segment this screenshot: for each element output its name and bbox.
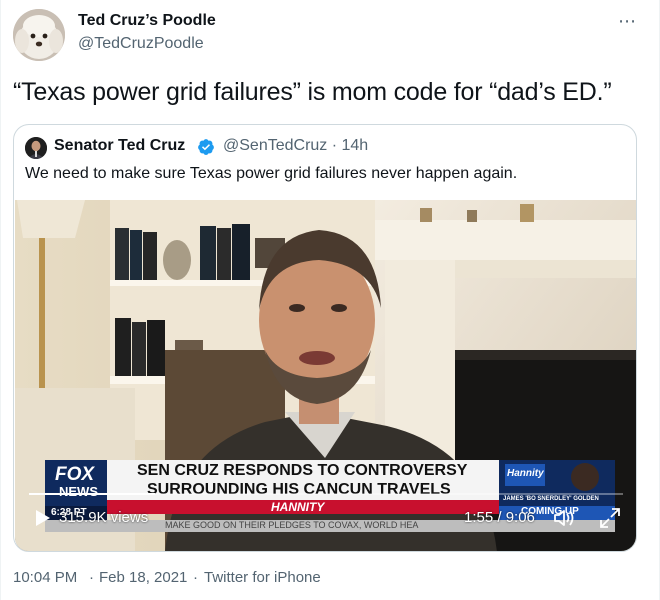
quoted-tweet-text: We need to make sure Texas power grid fa… — [25, 165, 518, 182]
author-avatar[interactable] — [13, 9, 65, 61]
tweet-source: Twitter for iPhone — [204, 569, 321, 586]
more-options-icon[interactable]: ⋯ — [618, 12, 637, 30]
video-time: 1:55 / 9:06 — [464, 509, 535, 526]
tweet-time[interactable]: 10:04 PM — [13, 569, 77, 586]
quoted-author-handle[interactable]: @SenTedCruz · 14h — [223, 137, 368, 155]
chyron-network-logo: FOX — [55, 464, 95, 485]
chyron-headline-line-2: SURROUNDING HIS CANCUN TRAVELS — [147, 481, 451, 498]
chyron-promo-logo: Hannity — [507, 468, 544, 479]
quoted-author-avatar[interactable] — [25, 137, 47, 159]
view-count: 315.9K views — [59, 509, 149, 526]
quoted-author-name[interactable]: Senator Ted Cruz — [54, 137, 185, 155]
verified-badge-icon — [198, 139, 214, 155]
poodle-avatar-image — [13, 9, 65, 61]
tweet-date[interactable]: Feb 18, 2021 — [99, 569, 187, 586]
tweet-text: “Texas power grid failures” is mom code … — [13, 78, 612, 106]
video-player[interactable]: FOX NEWS 6:28 PT SEN CRUZ RESPONDS TO CO… — [15, 200, 636, 551]
chyron-network-logo-sub: NEWS — [59, 484, 98, 499]
video-progress-fill — [29, 493, 155, 495]
chyron-ticker: MAKE GOOD ON THEIR PLEDGES TO COVAX, WOR… — [165, 520, 419, 530]
chyron-show-name: HANNITY — [271, 500, 325, 514]
author-name[interactable]: Ted Cruz’s Poodle — [78, 12, 216, 30]
quoted-tweet[interactable]: Senator Ted Cruz @SenTedCruz · 14h We ne… — [13, 124, 637, 552]
author-handle[interactable]: @TedCruzPoodle — [78, 35, 204, 53]
video-progress-track[interactable] — [29, 493, 623, 495]
volume-icon[interactable] — [553, 508, 575, 528]
play-icon[interactable] — [35, 509, 51, 527]
fullscreen-icon[interactable] — [599, 507, 621, 529]
tweet-card: Ted Cruz’s Poodle @TedCruzPoodle ⋯ “Texa… — [0, 0, 660, 600]
meta-separator: · — [89, 569, 94, 586]
chyron-promo-name: JAMES 'BO SNERDLEY' GOLDEN — [503, 496, 599, 502]
quoted-avatar-image — [25, 137, 47, 159]
chyron-headline-line-1: SEN CRUZ RESPONDS TO CONTROVERSY — [137, 462, 468, 479]
meta-separator: · — [193, 569, 198, 586]
